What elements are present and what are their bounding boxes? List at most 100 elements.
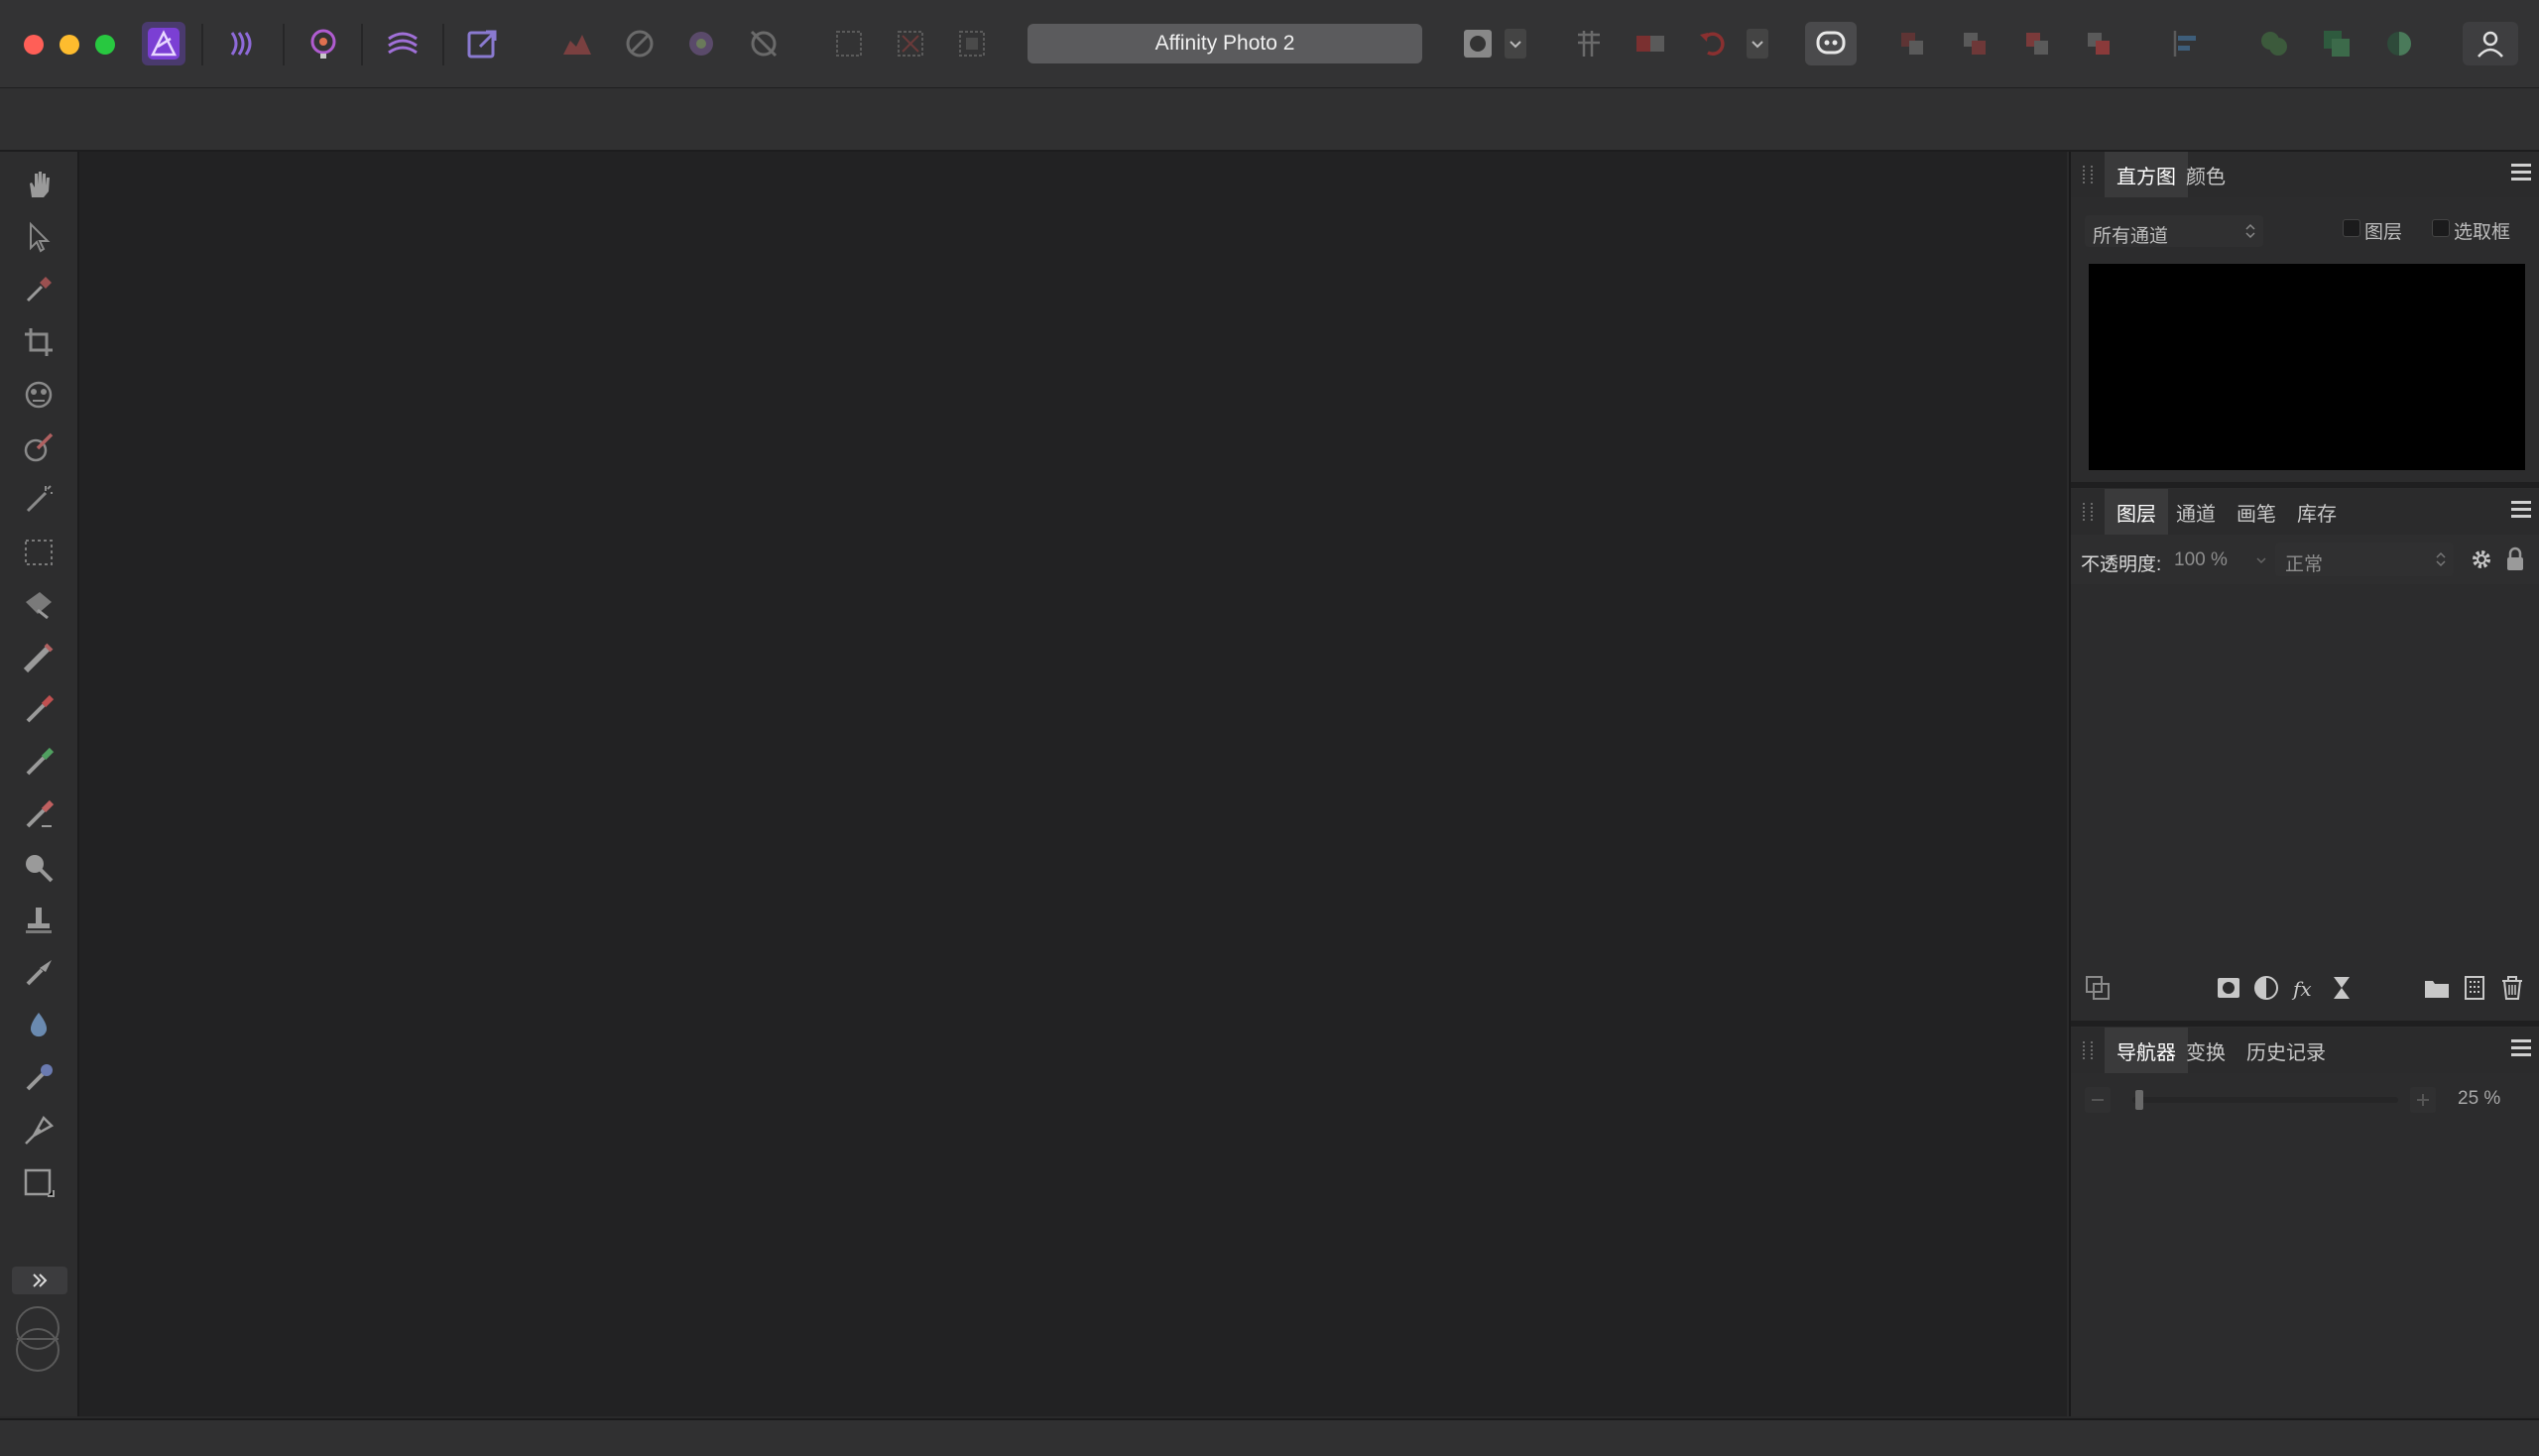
layers-panel-header: 图层 通道 画笔 库存 [2071, 489, 2539, 535]
zoom-in-button[interactable] [2410, 1087, 2436, 1113]
align-icon[interactable] [2164, 22, 2208, 65]
tab-transform[interactable]: 变换 [2174, 1028, 2237, 1073]
assistant-icon[interactable] [1805, 22, 1857, 65]
adjustment-icon[interactable] [2251, 973, 2281, 1003]
undo-icon[interactable] [1691, 22, 1735, 65]
flood-select-icon[interactable] [17, 478, 60, 522]
invert-selection-icon[interactable] [950, 22, 994, 65]
arrange-front-icon[interactable] [2077, 22, 2120, 65]
zoom-slider-thumb[interactable] [2135, 1090, 2143, 1110]
tab-brushes[interactable]: 画笔 [2225, 489, 2288, 535]
chevron-down-icon[interactable] [2255, 555, 2267, 565]
develop-persona-icon[interactable] [302, 22, 345, 65]
panel-menu-icon[interactable] [2511, 1039, 2531, 1059]
mesh-warp-icon[interactable] [17, 373, 60, 417]
histogram-panel-header: 直方图 颜色 [2071, 152, 2539, 197]
new-pixel-layer-icon[interactable] [2460, 973, 2489, 1003]
move-tool-icon[interactable] [17, 215, 60, 259]
blend-mode-select[interactable]: 正常 [2275, 543, 2454, 576]
zoom-slider[interactable] [2132, 1090, 2398, 1110]
pixel-brush-icon[interactable] [17, 741, 60, 785]
trash-icon[interactable] [2497, 973, 2527, 1003]
smudge-brush-icon[interactable] [17, 1056, 60, 1100]
expand-tools-button[interactable] [12, 1267, 67, 1294]
blur-brush-icon[interactable] [17, 1004, 60, 1047]
color-picker-icon[interactable] [17, 268, 60, 311]
tab-stock[interactable]: 库存 [2285, 489, 2349, 535]
zoom-out-button[interactable] [2085, 1087, 2111, 1113]
liquify-persona-icon[interactable] [221, 22, 265, 65]
panel-grip-icon[interactable] [2083, 503, 2093, 521]
tab-channels[interactable]: 通道 [2164, 489, 2228, 535]
snapping-icon[interactable] [1567, 22, 1611, 65]
quick-mask-icon[interactable] [1456, 22, 1500, 65]
deselect-icon[interactable] [889, 22, 932, 65]
auto-contrast-icon[interactable] [618, 22, 662, 65]
dodge-tool-icon[interactable] [17, 846, 60, 890]
selection-checkbox[interactable] [2432, 219, 2450, 237]
auto-white-balance-icon[interactable] [742, 22, 786, 65]
tone-mapping-persona-icon[interactable] [381, 22, 424, 65]
selection-checkbox-label: 选取框 [2454, 222, 2511, 243]
paint-mixer-icon[interactable] [17, 425, 60, 469]
fx-icon[interactable]: fx [2289, 973, 2319, 1003]
selection-brush-icon[interactable] [17, 583, 60, 627]
panel-menu-icon[interactable] [2511, 164, 2531, 183]
paint-brush-icon[interactable] [17, 688, 60, 732]
levels-icon[interactable] [555, 22, 599, 65]
lock-icon[interactable] [2505, 546, 2525, 572]
export-persona-icon[interactable] [461, 22, 505, 65]
hand-tool-icon[interactable] [17, 163, 60, 206]
navigator-preview[interactable] [2071, 1140, 2539, 1416]
panel-grip-icon[interactable] [2083, 166, 2093, 183]
panel-grip-icon[interactable] [2083, 1041, 2093, 1059]
boolean-add-icon[interactable] [2252, 22, 2296, 65]
pen-tool-icon[interactable] [17, 1109, 60, 1153]
panel-divider [2071, 482, 2539, 488]
account-icon[interactable] [2463, 22, 2518, 65]
healing-brush-icon[interactable] [17, 951, 60, 995]
zoom-value[interactable]: 25 % [2458, 1088, 2500, 1110]
svg-text:fx: fx [2291, 977, 2312, 1001]
minimize-window-button[interactable] [60, 35, 79, 55]
live-filter-icon[interactable] [2327, 973, 2357, 1003]
add-mask-icon[interactable] [2214, 973, 2243, 1003]
status-bar [0, 1418, 2539, 1456]
boolean-intersect-icon[interactable] [2377, 22, 2421, 65]
boolean-subtract-icon[interactable] [2315, 22, 2358, 65]
rectangle-tool-icon[interactable] [17, 1161, 60, 1205]
brush-tool-icon[interactable] [17, 636, 60, 679]
arrange-forward-icon[interactable] [2015, 22, 2059, 65]
layer-stack-icon[interactable] [2083, 973, 2113, 1003]
layer-checkbox[interactable] [2343, 219, 2360, 237]
photo-persona-icon[interactable] [142, 22, 185, 65]
crop-tool-icon[interactable] [17, 320, 60, 364]
channel-select-value: 所有通道 [2093, 226, 2169, 247]
select-all-icon[interactable] [827, 22, 871, 65]
tab-history[interactable]: 历史记录 [2235, 1028, 2338, 1073]
layers-list[interactable] [2071, 584, 2539, 956]
opacity-value[interactable]: 100 % [2174, 549, 2228, 571]
select-arrows-icon [2436, 551, 2446, 567]
auto-color-icon[interactable] [679, 22, 723, 65]
folder-icon[interactable] [2422, 973, 2452, 1003]
chevron-down-icon[interactable] [1504, 22, 1527, 65]
layer-checkbox-label: 图层 [2364, 222, 2403, 243]
gear-icon[interactable] [2470, 547, 2493, 571]
mask-toggle-icon[interactable] [1629, 22, 1672, 65]
channel-select[interactable]: 所有通道 [2085, 215, 2263, 247]
arrange-back-icon[interactable] [1890, 22, 1934, 65]
panel-divider [2071, 1021, 2539, 1027]
zoom-window-button[interactable] [95, 35, 115, 55]
close-window-button[interactable] [24, 35, 44, 55]
erase-brush-icon[interactable] [17, 793, 60, 837]
tab-layers[interactable]: 图层 [2105, 489, 2168, 535]
canvas-area[interactable] [79, 152, 2067, 1416]
panel-menu-icon[interactable] [2511, 501, 2531, 521]
clone-tool-icon[interactable] [17, 899, 60, 942]
marquee-tool-icon[interactable] [17, 531, 60, 574]
chevron-down-icon[interactable] [1746, 22, 1769, 65]
arrange-backward-icon[interactable] [1953, 22, 1996, 65]
color-well[interactable] [12, 1306, 63, 1374]
tab-color[interactable]: 颜色 [2174, 152, 2237, 197]
